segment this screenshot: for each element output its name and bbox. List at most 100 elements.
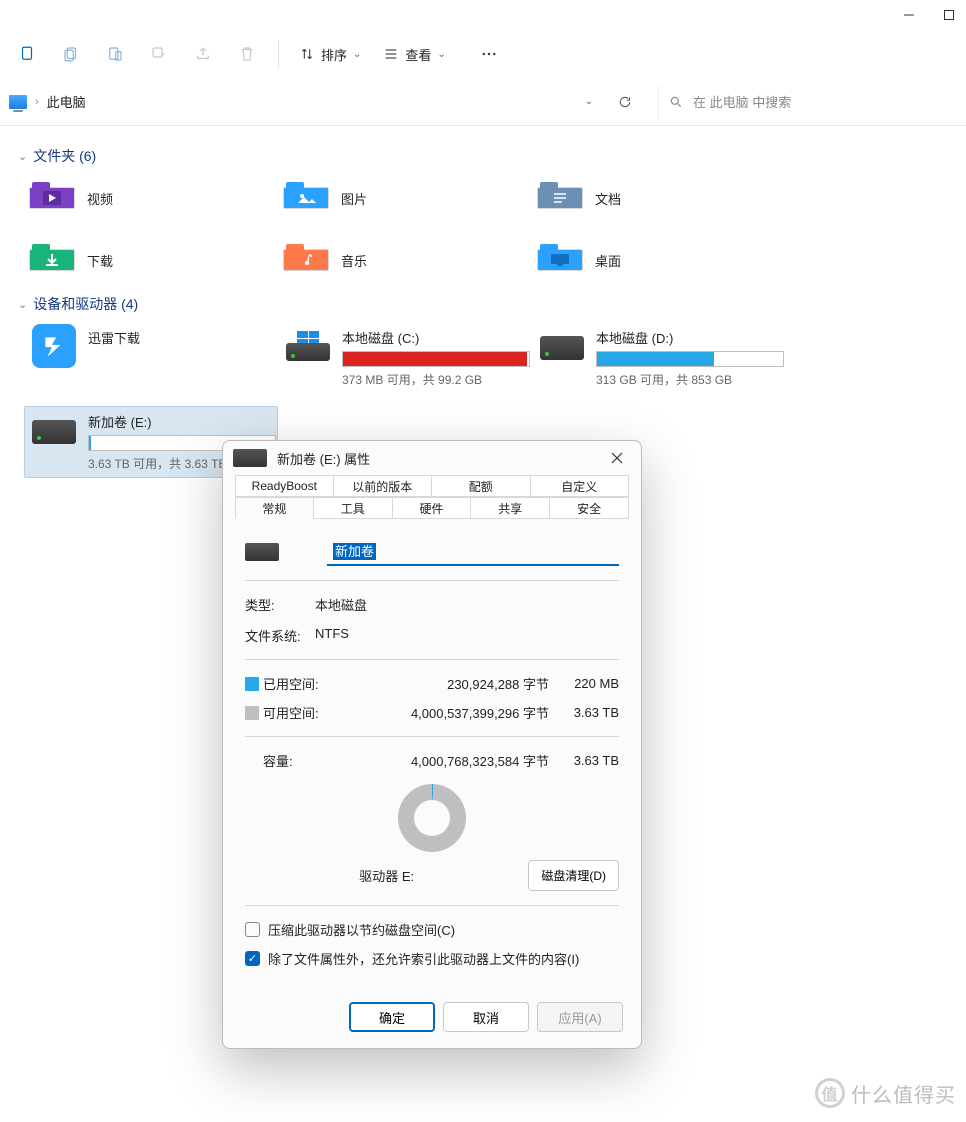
checkbox-index[interactable]: ✓ xyxy=(245,951,260,966)
folder-pictures[interactable]: 图片 xyxy=(284,174,538,222)
tab-hardware[interactable]: 硬件 xyxy=(392,497,472,519)
view-button[interactable]: 查看 ⌄ xyxy=(377,37,451,71)
used-label: 已用空间: xyxy=(263,674,335,693)
tab-readyboost[interactable]: ReadyBoost xyxy=(235,475,334,497)
apply-button[interactable]: 应用(A) xyxy=(537,1002,623,1032)
dialog-titlebar[interactable]: 新加卷 (E:) 属性 xyxy=(223,441,641,475)
paste-icon[interactable] xyxy=(98,37,132,71)
usage-bar xyxy=(596,351,784,367)
watermark-text: 什么值得买 xyxy=(851,1079,956,1108)
drives-header-label: 设备和驱动器 (4) xyxy=(33,294,138,314)
volume-name-input[interactable]: 新加卷 xyxy=(327,537,619,566)
fs-label: 文件系统: xyxy=(245,626,315,645)
pictures-icon xyxy=(283,187,329,209)
dialog-title: 新加卷 (E:) 属性 xyxy=(277,449,370,468)
chevron-right-icon: › xyxy=(35,96,39,108)
pc-icon xyxy=(9,95,27,109)
disk-cleanup-button[interactable]: 磁盘清理(D) xyxy=(528,860,619,891)
chevron-down-icon: ⌄ xyxy=(437,49,445,60)
capacity-label: 容量: xyxy=(263,751,335,770)
folder-downloads[interactable]: 下载 xyxy=(30,236,284,284)
drive-icon xyxy=(233,449,267,467)
maximize-button[interactable] xyxy=(938,4,960,26)
folder-music[interactable]: 音乐 xyxy=(284,236,538,284)
drive-d-icon xyxy=(540,328,584,364)
toolbar: 排序 ⌄ 查看 ⌄ xyxy=(0,30,966,78)
folder-videos[interactable]: 视频 xyxy=(30,174,284,222)
close-button[interactable] xyxy=(603,445,631,471)
share-icon[interactable] xyxy=(186,37,220,71)
drives-section-header[interactable]: ⌄ 设备和驱动器 (4) xyxy=(16,284,966,322)
cut-icon[interactable] xyxy=(10,37,44,71)
folder-label: 下载 xyxy=(87,251,113,270)
used-color xyxy=(245,677,259,691)
folders-header-label: 文件夹 (6) xyxy=(33,146,96,166)
tab-custom[interactable]: 自定义 xyxy=(530,475,630,497)
capacity-human: 3.63 TB xyxy=(549,753,619,768)
folder-desktop[interactable]: 桌面 xyxy=(538,236,792,284)
desktop-icon xyxy=(537,249,583,271)
tabs: ReadyBoost 以前的版本 配额 自定义 常规 工具 硬件 共享 安全 xyxy=(223,475,641,519)
chevron-down-icon: ⌄ xyxy=(353,49,361,60)
folder-label: 文档 xyxy=(595,189,621,208)
documents-icon xyxy=(537,187,583,209)
folder-label: 图片 xyxy=(341,189,367,208)
address-bar[interactable]: › 此电脑 ⌄ xyxy=(0,85,648,119)
compress-checkbox-row[interactable]: 压缩此驱动器以节约磁盘空间(C) xyxy=(245,920,619,939)
downloads-icon xyxy=(29,249,75,271)
index-checkbox-row[interactable]: ✓ 除了文件属性外，还允许索引此驱动器上文件的内容(I) xyxy=(245,949,619,968)
tab-sharing[interactable]: 共享 xyxy=(470,497,550,519)
drive-label: 本地磁盘 (D:) xyxy=(596,328,778,347)
free-color xyxy=(245,706,259,720)
properties-dialog: 新加卷 (E:) 属性 ReadyBoost 以前的版本 配额 自定义 常规 工… xyxy=(222,440,642,1049)
tab-tools[interactable]: 工具 xyxy=(313,497,393,519)
watermark: 值 什么值得买 xyxy=(815,1078,956,1108)
breadcrumb[interactable]: 此电脑 xyxy=(47,92,86,111)
view-label: 查看 xyxy=(405,45,431,64)
search-placeholder: 在 此电脑 中搜索 xyxy=(693,92,791,111)
free-human: 3.63 TB xyxy=(549,705,619,720)
folders-section-header[interactable]: ⌄ 文件夹 (6) xyxy=(16,136,966,174)
tab-general[interactable]: 常规 xyxy=(235,497,314,519)
drive-sub: 313 GB 可用，共 853 GB xyxy=(596,371,778,388)
ok-button[interactable]: 确定 xyxy=(349,1002,435,1032)
checkbox-compress[interactable] xyxy=(245,922,260,937)
folder-documents[interactable]: 文档 xyxy=(538,174,792,222)
drive-label: 驱动器 E: xyxy=(245,866,528,885)
sort-button[interactable]: 排序 ⌄ xyxy=(293,37,367,71)
cancel-button[interactable]: 取消 xyxy=(443,1002,529,1032)
drive-e-icon xyxy=(32,412,76,448)
address-row: › 此电脑 ⌄ 在 此电脑 中搜索 xyxy=(0,78,966,126)
tab-quota[interactable]: 配额 xyxy=(431,475,531,497)
pie-chart xyxy=(398,784,466,852)
drive-xunlei[interactable]: 迅雷下载 xyxy=(24,322,278,394)
folder-label: 桌面 xyxy=(595,251,621,270)
copy-icon[interactable] xyxy=(54,37,88,71)
type-label: 类型: xyxy=(245,595,315,614)
titlebar xyxy=(0,0,966,30)
drive-c[interactable]: 本地磁盘 (C:) 373 MB 可用，共 99.2 GB xyxy=(278,322,532,394)
delete-icon[interactable] xyxy=(230,37,264,71)
usage-bar xyxy=(342,351,530,367)
drive-c-icon xyxy=(286,328,330,364)
xunlei-icon xyxy=(32,328,76,364)
fs-value: NTFS xyxy=(315,626,619,645)
folder-label: 视频 xyxy=(87,189,113,208)
minimize-button[interactable] xyxy=(898,4,920,26)
used-bytes: 230,924,288 字节 xyxy=(335,674,549,693)
watermark-logo-icon: 值 xyxy=(815,1078,845,1108)
drive-label: 迅雷下载 xyxy=(88,328,270,347)
tab-previous-versions[interactable]: 以前的版本 xyxy=(333,475,433,497)
chevron-down-icon: ⌄ xyxy=(18,150,27,163)
more-button[interactable] xyxy=(472,37,506,71)
separator xyxy=(278,40,279,68)
drive-d[interactable]: 本地磁盘 (D:) 313 GB 可用，共 853 GB xyxy=(532,322,786,394)
index-label: 除了文件属性外，还允许索引此驱动器上文件的内容(I) xyxy=(268,949,579,968)
rename-icon[interactable] xyxy=(142,37,176,71)
used-human: 220 MB xyxy=(549,676,619,691)
tab-security[interactable]: 安全 xyxy=(549,497,629,519)
folder-label: 音乐 xyxy=(341,251,367,270)
search-input[interactable]: 在 此电脑 中搜索 xyxy=(658,85,956,119)
history-dropdown[interactable]: ⌄ xyxy=(575,88,603,116)
refresh-button[interactable] xyxy=(611,88,639,116)
